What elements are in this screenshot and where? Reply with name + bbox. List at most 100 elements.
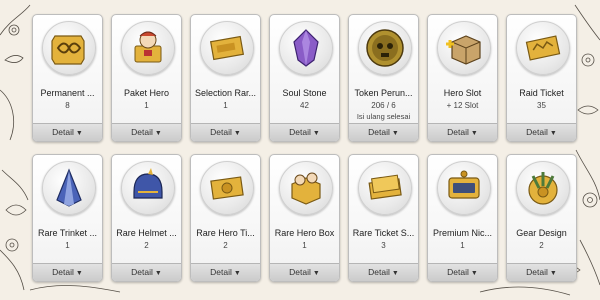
item-name: Soul Stone — [282, 88, 327, 98]
detail-button[interactable]: Detail ▼ — [270, 123, 339, 141]
detail-label: Detail — [210, 127, 232, 137]
chevron-down-icon: ▼ — [470, 270, 478, 277]
selection-ticket-icon — [200, 21, 254, 75]
detail-label: Detail — [289, 267, 311, 277]
item-quantity: 42 — [300, 101, 309, 110]
detail-label: Detail — [526, 127, 548, 137]
item-card-rare-ticket-s[interactable]: Rare Ticket S... 3 Detail ▼ — [348, 154, 419, 282]
hero-package-icon — [121, 21, 175, 75]
detail-button[interactable]: Detail ▼ — [349, 123, 418, 141]
item-quantity: 2 — [223, 241, 228, 250]
detail-label: Detail — [52, 127, 74, 137]
chevron-down-icon: ▼ — [391, 130, 399, 137]
item-card-soul-stone[interactable]: Soul Stone 42 Detail ▼ — [269, 14, 340, 142]
item-card-hero-slot[interactable]: Hero Slot + 12 Slot Detail ▼ — [427, 14, 498, 142]
soul-stone-icon — [279, 21, 333, 75]
item-name: Premium Nic... — [432, 228, 492, 238]
chevron-down-icon: ▼ — [470, 130, 478, 137]
detail-button[interactable]: Detail ▼ — [428, 123, 497, 141]
item-card-token-perun[interactable]: Token Perun... 206 / 6 Isi ulang selesai… — [348, 14, 419, 142]
detail-button[interactable]: Detail ▼ — [33, 123, 102, 141]
chevron-down-icon: ▼ — [154, 270, 162, 277]
item-quantity: 8 — [65, 101, 70, 110]
gear-design-icon — [516, 161, 570, 215]
chevron-down-icon: ▼ — [312, 130, 320, 137]
item-name: Selection Rar... — [194, 88, 257, 98]
item-name: Rare Ticket S... — [352, 228, 415, 238]
item-card-paket-hero[interactable]: Paket Hero 1 Detail ▼ — [111, 14, 182, 142]
item-quantity: 2 — [144, 241, 149, 250]
chevron-down-icon: ▼ — [549, 270, 557, 277]
detail-label: Detail — [447, 267, 469, 277]
raid-ticket-icon — [516, 21, 570, 75]
item-quantity: 1 — [302, 241, 307, 250]
item-name: Raid Ticket — [519, 88, 564, 98]
item-quantity: 35 — [537, 101, 546, 110]
detail-button[interactable]: Detail ▼ — [507, 123, 576, 141]
chevron-down-icon: ▼ — [549, 130, 557, 137]
inventory-row-2: Rare Trinket ... 1 Detail ▼ Rare Helmet .… — [32, 154, 577, 282]
item-card-rare-hero-ticket[interactable]: Rare Hero Ti... 2 Detail ▼ — [190, 154, 261, 282]
detail-label: Detail — [368, 127, 390, 137]
inventory-grid: Permanent ... 8 Detail ▼ Paket Hero 1 Det… — [32, 14, 577, 290]
item-card-rare-helmet[interactable]: Rare Helmet ... 2 Detail ▼ — [111, 154, 182, 282]
chevron-down-icon: ▼ — [233, 130, 241, 137]
detail-label: Detail — [131, 267, 153, 277]
detail-label: Detail — [131, 127, 153, 137]
item-quantity: 206 / 6 — [371, 101, 396, 110]
name-tag-icon — [437, 161, 491, 215]
item-quantity: 1 — [460, 241, 465, 250]
item-name: Rare Hero Ti... — [196, 228, 255, 238]
item-name: Gear Design — [516, 228, 567, 238]
chevron-down-icon: ▼ — [75, 270, 83, 277]
item-card-permanent[interactable]: Permanent ... 8 Detail ▼ — [32, 14, 103, 142]
detail-label: Detail — [210, 267, 232, 277]
item-name: Paket Hero — [123, 88, 170, 98]
item-name: Hero Slot — [443, 88, 482, 98]
item-card-rare-trinket[interactable]: Rare Trinket ... 1 Detail ▼ — [32, 154, 103, 282]
cloak-trinket-icon — [42, 161, 96, 215]
chevron-down-icon: ▼ — [391, 270, 399, 277]
detail-button[interactable]: Detail ▼ — [191, 263, 260, 281]
chevron-down-icon: ▼ — [312, 270, 320, 277]
detail-button[interactable]: Detail ▼ — [191, 123, 260, 141]
detail-button[interactable]: Detail ▼ — [428, 263, 497, 281]
detail-button[interactable]: Detail ▼ — [112, 123, 181, 141]
item-name: Permanent ... — [40, 88, 95, 98]
rare-ticket-icon — [358, 161, 412, 215]
detail-label: Detail — [368, 267, 390, 277]
detail-button[interactable]: Detail ▼ — [33, 263, 102, 281]
item-quantity: 1 — [144, 101, 149, 110]
detail-button[interactable]: Detail ▼ — [112, 263, 181, 281]
detail-label: Detail — [52, 267, 74, 277]
item-quantity: 1 — [223, 101, 228, 110]
chevron-down-icon: ▼ — [154, 130, 162, 137]
item-card-rare-hero-box[interactable]: Rare Hero Box 1 Detail ▼ — [269, 154, 340, 282]
skull-token-icon — [358, 21, 412, 75]
hero-box-icon — [279, 161, 333, 215]
helmet-icon — [121, 161, 175, 215]
item-name: Token Perun... — [354, 88, 413, 98]
item-card-gear-design[interactable]: Gear Design 2 Detail ▼ — [506, 154, 577, 282]
detail-button[interactable]: Detail ▼ — [507, 263, 576, 281]
item-quantity: 3 — [381, 241, 386, 250]
item-quantity: 1 — [65, 241, 70, 250]
detail-button[interactable]: Detail ▼ — [349, 263, 418, 281]
detail-button[interactable]: Detail ▼ — [270, 263, 339, 281]
infinity-scroll-icon — [42, 21, 96, 75]
item-card-selection-rare[interactable]: Selection Rar... 1 Detail ▼ — [190, 14, 261, 142]
chevron-down-icon: ▼ — [75, 130, 83, 137]
item-card-raid-ticket[interactable]: Raid Ticket 35 Detail ▼ — [506, 14, 577, 142]
chevron-down-icon: ▼ — [233, 270, 241, 277]
item-name: Rare Trinket ... — [37, 228, 98, 238]
item-quantity: 2 — [539, 241, 544, 250]
item-quantity: + 12 Slot — [446, 101, 479, 110]
detail-label: Detail — [526, 267, 548, 277]
item-name: Rare Helmet ... — [116, 228, 177, 238]
item-card-premium-nickname[interactable]: Premium Nic... 1 Detail ▼ — [427, 154, 498, 282]
detail-label: Detail — [447, 127, 469, 137]
slot-box-icon — [437, 21, 491, 75]
detail-label: Detail — [289, 127, 311, 137]
hero-ticket-icon — [200, 161, 254, 215]
inventory-row-1: Permanent ... 8 Detail ▼ Paket Hero 1 Det… — [32, 14, 577, 142]
